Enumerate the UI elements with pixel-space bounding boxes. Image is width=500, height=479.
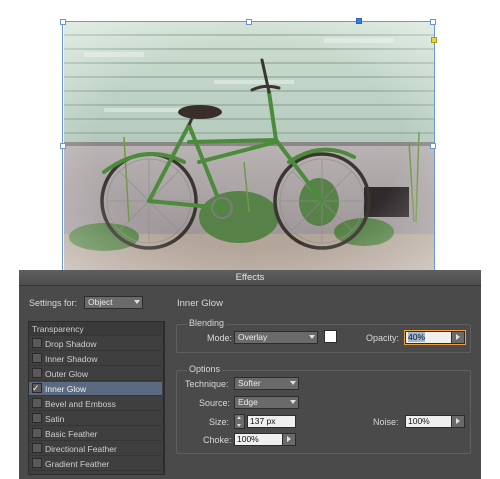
checkbox-checked-icon[interactable]	[32, 381, 42, 395]
noise-field[interactable]: 100%	[405, 415, 465, 428]
blending-group-label: Blending	[187, 318, 227, 328]
resize-handle-top-left[interactable]	[60, 19, 66, 25]
choke-field[interactable]: 100%	[234, 433, 296, 446]
list-item-label: Bevel and Emboss	[45, 399, 116, 409]
list-item-label: Directional Feather	[45, 444, 117, 454]
source-value: Edge	[238, 397, 258, 407]
settings-for-select[interactable]: Object	[84, 296, 143, 309]
source-select[interactable]: Edge	[234, 396, 299, 409]
mode-label: Mode:	[207, 333, 233, 343]
size-stepper[interactable]	[234, 414, 245, 429]
panel-title: Inner Glow	[177, 298, 223, 309]
dialog-title: Effects	[19, 270, 481, 286]
resize-handle-top[interactable]	[246, 19, 252, 25]
chevron-down-icon	[290, 381, 296, 385]
chevron-down-icon	[134, 300, 140, 304]
checkbox-icon[interactable]	[32, 368, 42, 378]
list-scrollbar[interactable]	[163, 322, 164, 474]
glow-color-swatch[interactable]	[324, 330, 337, 343]
technique-label: Technique:	[185, 379, 229, 389]
placed-image-bicycle[interactable]	[64, 22, 435, 270]
size-field[interactable]: 137 px	[247, 415, 296, 428]
checkbox-icon[interactable]	[32, 428, 42, 438]
live-corners-handle[interactable]	[431, 37, 437, 43]
resize-handle-left[interactable]	[60, 143, 66, 149]
checkbox-icon[interactable]	[32, 458, 42, 468]
noise-value: 100%	[408, 416, 430, 426]
list-item-label: Gradient Feather	[45, 459, 110, 469]
list-item-label: Satin	[45, 414, 65, 424]
source-label: Source:	[199, 398, 231, 408]
opacity-label: Opacity:	[366, 333, 400, 343]
effects-list[interactable]: Transparency Drop Shadow Inner Shadow Ou…	[28, 321, 165, 475]
resize-handle-right[interactable]	[430, 143, 436, 149]
reference-point-handle[interactable]	[356, 18, 362, 24]
options-group-label: Options	[187, 364, 223, 374]
opacity-value: 40%	[408, 332, 426, 342]
checkbox-icon[interactable]	[32, 398, 42, 408]
noise-label: Noise:	[373, 417, 399, 427]
mode-select[interactable]: Overlay	[234, 331, 318, 344]
slider-arrow-icon[interactable]	[451, 332, 464, 343]
choke-value: 100%	[237, 434, 259, 444]
list-item-basic-feather[interactable]: Basic Feather	[29, 427, 162, 441]
list-item-inner-shadow[interactable]: Inner Shadow	[29, 352, 162, 366]
size-value: 137 px	[250, 416, 276, 426]
list-item-inner-glow[interactable]: Inner Glow	[29, 381, 162, 396]
list-item-drop-shadow[interactable]: Drop Shadow	[29, 337, 162, 351]
checkbox-icon[interactable]	[32, 443, 42, 453]
list-item-label: Drop Shadow	[45, 339, 97, 349]
opacity-field[interactable]: 40%	[404, 330, 466, 345]
technique-select[interactable]: Softer	[234, 377, 299, 390]
list-item-directional-feather[interactable]: Directional Feather	[29, 442, 162, 456]
size-label: Size:	[209, 417, 230, 427]
list-item-bevel-and-emboss[interactable]: Bevel and Emboss	[29, 397, 162, 411]
effects-dialog: Effects Settings for: Object Inner Glow …	[19, 270, 481, 479]
list-item-satin[interactable]: Satin	[29, 412, 162, 426]
list-item-label: Inner Shadow	[45, 354, 98, 364]
settings-for-label: Settings for:	[29, 298, 78, 308]
list-item-label: Outer Glow	[45, 369, 88, 379]
slider-arrow-icon[interactable]	[451, 416, 464, 427]
chevron-down-icon	[290, 400, 296, 404]
resize-handle-top-right[interactable]	[430, 19, 436, 25]
list-item-label: Basic Feather	[45, 429, 98, 439]
slider-arrow-icon[interactable]	[282, 434, 295, 445]
list-item-gradient-feather[interactable]: Gradient Feather	[29, 457, 162, 471]
list-item-label: Inner Glow	[45, 384, 87, 394]
choke-label: Choke:	[203, 435, 232, 445]
settings-for-value: Object	[88, 297, 113, 307]
mode-value: Overlay	[238, 332, 268, 342]
list-item-label: Transparency	[32, 324, 84, 334]
technique-value: Softer	[238, 378, 261, 388]
chevron-down-icon	[309, 335, 315, 339]
checkbox-icon[interactable]	[32, 413, 42, 423]
list-item-outer-glow[interactable]: Outer Glow	[29, 367, 162, 381]
checkbox-icon[interactable]	[32, 353, 42, 363]
list-item-transparency[interactable]: Transparency	[29, 322, 162, 336]
checkbox-icon[interactable]	[32, 338, 42, 348]
